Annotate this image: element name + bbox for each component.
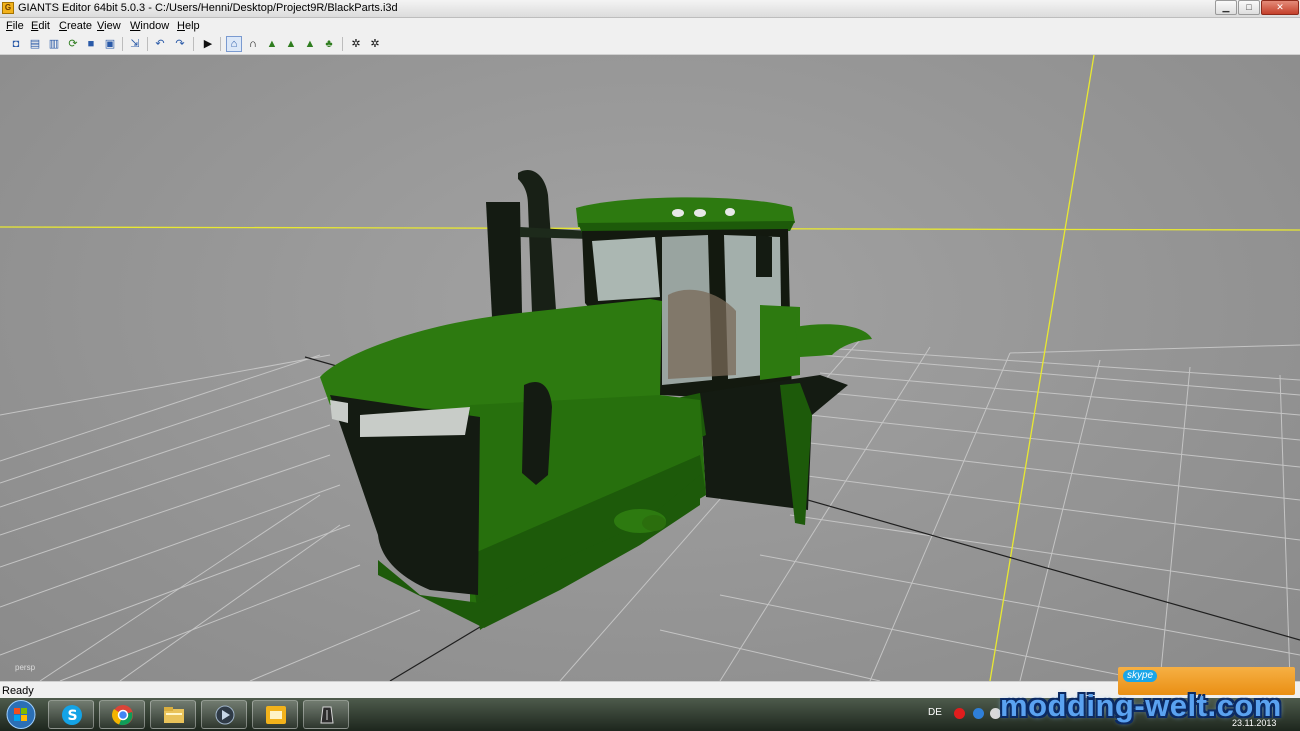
undo-button[interactable]: ↶	[152, 36, 168, 52]
new-scene-button[interactable]: ◘	[8, 36, 24, 52]
save-as-icon: ▣	[104, 38, 116, 50]
menu-edit[interactable]: Edit	[31, 20, 50, 32]
snap-button[interactable]: ∩	[245, 36, 261, 52]
save-icon: ■	[87, 38, 95, 50]
giants-editor-icon: G	[2, 2, 14, 14]
maximize-button[interactable]: □	[1238, 0, 1260, 15]
save-as-button[interactable]: ▣	[102, 36, 118, 52]
taskbar-giants-editor-button[interactable]	[252, 700, 298, 729]
file-explorer-icon	[164, 707, 184, 723]
reload-icon: ⟳	[68, 38, 78, 50]
toolbar-separator	[147, 37, 148, 51]
redo-button[interactable]: ↷	[172, 36, 188, 52]
foliage-paint-icon: ▲	[304, 38, 316, 50]
3d-viewport[interactable]: persp	[0, 55, 1300, 681]
status-text: Ready	[2, 685, 34, 697]
toolbar-separator	[122, 37, 123, 51]
taskbar-chrome-button[interactable]	[99, 700, 145, 729]
minimize-button[interactable]: ▁	[1215, 0, 1237, 15]
window-title-bar[interactable]: G GIANTS Editor 64bit 5.0.3 - C:/Users/H…	[0, 0, 1300, 18]
axis-y-line	[989, 55, 1095, 681]
camera-label: persp	[15, 663, 36, 672]
tractor-model[interactable]	[320, 169, 872, 630]
open-icon: ▤	[29, 38, 41, 50]
open-button[interactable]: ▤	[27, 36, 43, 52]
svg-text:S: S	[68, 708, 78, 724]
play-icon: ▶	[203, 38, 213, 50]
menu-bar: File Edit Create View Window Help	[0, 18, 1300, 34]
taskbar-explorer-button[interactable]	[150, 700, 196, 729]
media-player-icon	[215, 705, 235, 725]
foliage-icon: ♣	[325, 38, 333, 50]
shader-settings-button[interactable]: ✲	[367, 36, 383, 52]
redo-icon: ↷	[175, 38, 185, 50]
toolbar-separator	[193, 37, 194, 51]
reload-button[interactable]: ⟳	[65, 36, 81, 52]
chrome-icon	[112, 705, 133, 726]
magnet-icon: ∩	[249, 38, 257, 50]
toolbar-separator	[220, 37, 221, 51]
save-button[interactable]: ■	[83, 36, 99, 52]
terrain-sculpt-button[interactable]: ▲	[264, 36, 280, 52]
language-indicator[interactable]: DE	[928, 707, 942, 718]
import-button[interactable]: ⇲	[127, 36, 143, 52]
foliage-paint-button[interactable]: ▲	[302, 36, 318, 52]
menu-help[interactable]: Help	[177, 20, 200, 32]
windows-start-icon[interactable]	[4, 699, 38, 730]
select-mode-icon: ⌂	[230, 38, 238, 50]
new-scene-icon: ◘	[12, 38, 20, 50]
menu-create[interactable]: Create	[59, 20, 92, 32]
terrain-paint-icon: ▲	[285, 38, 297, 50]
scene-render	[0, 55, 1300, 681]
toolbar-separator	[342, 37, 343, 51]
tray-antivirus-icon[interactable]	[954, 708, 965, 719]
foliage-button[interactable]: ♣	[321, 36, 337, 52]
toolbar: ◘ ▤ ▥ ⟳ ■ ▣ ⇲ ↶ ↷ ▶ ⌂ ∩ ▲ ▲ ▲ ♣ ✲ ✲	[0, 34, 1300, 55]
undo-icon: ↶	[155, 38, 165, 50]
skype-icon: S	[62, 705, 82, 725]
import-icon: ⇲	[130, 38, 140, 50]
minimize-icon: ▁	[1222, 2, 1230, 12]
window-title: GIANTS Editor 64bit 5.0.3 - C:/Users/Hen…	[18, 2, 398, 14]
terrain-paint-button[interactable]: ▲	[283, 36, 299, 52]
giants-editor-icon	[266, 706, 286, 724]
close-button[interactable]: ✕	[1261, 0, 1299, 15]
taskbar-pen-tool-button[interactable]	[303, 700, 349, 729]
render-settings-icon: ✲	[351, 38, 361, 50]
render-settings-button[interactable]: ✲	[348, 36, 364, 52]
shader-settings-icon: ✲	[370, 38, 380, 50]
play-button[interactable]: ▶	[200, 36, 216, 52]
skype-logo: skype	[1123, 670, 1158, 682]
pen-tool-icon	[320, 706, 334, 724]
taskbar-skype-button[interactable]: S	[48, 700, 94, 729]
maximize-icon: □	[1246, 2, 1252, 12]
select-mode-button[interactable]: ⌂	[226, 36, 242, 52]
tray-network-icon[interactable]	[973, 708, 984, 719]
close-icon: ✕	[1276, 2, 1284, 12]
taskbar-media-button[interactable]	[201, 700, 247, 729]
menu-view[interactable]: View	[97, 20, 121, 32]
open-recent-icon: ▥	[48, 38, 60, 50]
open-recent-button[interactable]: ▥	[46, 36, 62, 52]
terrain-sculpt-icon: ▲	[266, 38, 278, 50]
taskbar-clock-date[interactable]: 23.11.2013	[1232, 718, 1276, 728]
menu-window[interactable]: Window	[130, 20, 169, 32]
menu-file[interactable]: File	[6, 20, 24, 32]
